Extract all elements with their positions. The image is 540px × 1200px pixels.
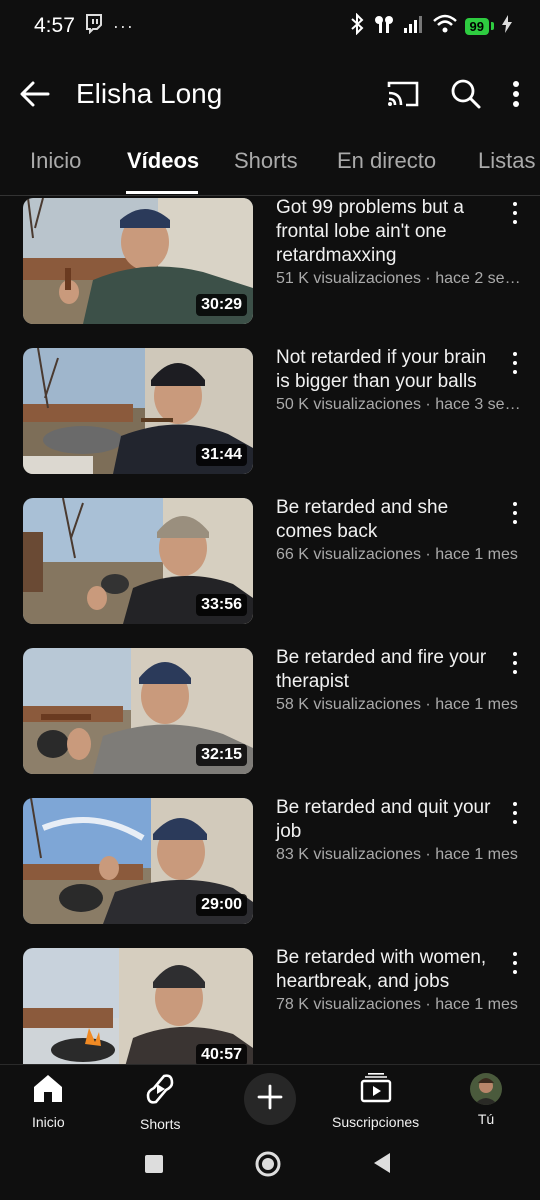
video-title-block: Got 99 problems but a frontal lobe ain't… [276,196,524,290]
video-thumbnail[interactable]: 31:44 [23,348,253,474]
nav-home-label: Inicio [32,1114,65,1130]
subscriptions-icon [360,1073,392,1108]
video-item[interactable]: 33:56 Be retarded and she comes back 66 … [0,496,540,646]
video-title-block: Be retarded and she comes back 66 K visu… [276,496,518,566]
nav-shorts[interactable]: Shorts [140,1073,180,1132]
video-thumbnail[interactable]: 32:15 [23,648,253,774]
video-meta: 50 K visualizaciones · hace 3 semanas [276,396,524,413]
video-item[interactable]: 31:44 Not retarded if your brain is bigg… [0,346,540,496]
video-item[interactable]: 40:57 Be retarded with women, heartbreak… [0,946,540,1064]
cast-icon[interactable] [386,80,420,108]
charging-icon [502,14,512,38]
video-more-icon[interactable] [508,502,522,524]
video-thumbnail[interactable]: 40:57 [23,948,253,1064]
status-bar: 4:57 ··· 99 [0,0,540,52]
create-button[interactable] [244,1073,296,1125]
video-more-icon[interactable] [508,802,522,824]
video-meta: 66 K visualizaciones · hace 1 mes [276,546,518,563]
circle-icon[interactable] [254,1150,282,1183]
nav-home[interactable]: Inicio [32,1073,65,1130]
channel-tabs: Inicio Vídeos Shorts En directo Listas [0,136,540,196]
battery-tip [491,22,494,30]
video-meta: 58 K visualizaciones · hace 1 mes [276,696,518,713]
plus-icon [257,1084,283,1115]
video-title[interactable]: Be retarded and she comes back [276,496,504,544]
shorts-icon [146,1073,174,1110]
video-duration: 40:57 [196,1044,247,1064]
video-thumbnail[interactable]: 33:56 [23,498,253,624]
nav-you[interactable]: Tú [470,1073,502,1127]
video-duration: 29:00 [196,894,247,916]
square-icon[interactable] [144,1154,164,1179]
earbuds-icon [373,13,395,40]
avatar [470,1073,502,1105]
video-meta: 78 K visualizaciones · hace 1 mes [276,996,518,1013]
nav-shorts-label: Shorts [140,1116,181,1132]
video-title[interactable]: Be retarded and fire your therapist [276,646,504,694]
triangle-back-icon[interactable] [372,1152,392,1179]
video-title-block: Be retarded and fire your therapist 58 K… [276,646,518,716]
channel-title: Elisha Long [76,78,223,109]
video-item[interactable]: 32:15 Be retarded and fire your therapis… [0,646,540,796]
nav-subscriptions-label: Suscripciones [332,1114,420,1130]
search-icon[interactable] [450,78,482,110]
video-meta: 51 K visualizaciones · hace 2 semanas [276,270,524,287]
video-title-block: Be retarded and quit your job 83 K visua… [276,796,518,866]
status-time: 4:57 [34,14,75,37]
battery-level: 99 [464,17,489,35]
nav-you-label: Tú [477,1111,495,1127]
video-title-block: Be retarded with women, heartbreak, and … [276,946,518,1016]
video-title[interactable]: Not retarded if your brain is bigger tha… [276,346,504,394]
wifi-icon [432,14,457,39]
bluetooth-icon [349,12,365,40]
system-navigation-bar [0,1134,540,1200]
status-overflow: ··· [112,15,134,36]
nav-subscriptions[interactable]: Suscripciones [332,1073,419,1130]
tab-shorts[interactable]: Shorts [234,148,298,174]
tab-en-directo[interactable]: En directo [337,148,436,174]
video-title[interactable]: Got 99 problems but a frontal lobe ain't… [276,196,504,268]
battery-indicator: 99 [464,17,494,35]
video-more-icon[interactable] [508,652,522,674]
video-more-icon[interactable] [508,352,522,374]
video-duration: 30:29 [196,294,247,316]
tab-listas[interactable]: Listas [478,148,535,174]
video-item[interactable]: 29:00 Be retarded and quit your job 83 K… [0,796,540,946]
bottom-navigation: Inicio Shorts Suscripciones Tú [0,1064,540,1134]
tab-active-indicator [126,191,198,194]
back-arrow-icon[interactable] [20,81,50,107]
app-bar: Elisha Long [0,52,540,136]
video-list: 30:29 Got 99 problems but a frontal lobe… [0,196,540,1064]
video-duration: 33:56 [196,594,247,616]
video-thumbnail[interactable]: 30:29 [23,198,253,324]
signal-icon [403,14,425,39]
video-title-block: Not retarded if your brain is bigger tha… [276,346,524,416]
video-duration: 32:15 [196,744,247,766]
twitch-icon [85,13,103,39]
home-icon [32,1073,64,1108]
tab-videos[interactable]: Vídeos [127,148,199,174]
video-duration: 31:44 [196,444,247,466]
video-title[interactable]: Be retarded with women, heartbreak, and … [276,946,504,994]
video-more-icon[interactable] [508,202,522,224]
video-more-icon[interactable] [508,952,522,974]
video-meta: 83 K visualizaciones · hace 1 mes [276,846,518,863]
tab-inicio[interactable]: Inicio [30,148,81,174]
more-vert-icon[interactable] [512,81,520,107]
video-thumbnail[interactable]: 29:00 [23,798,253,924]
video-item[interactable]: 30:29 Got 99 problems but a frontal lobe… [0,196,540,346]
video-title[interactable]: Be retarded and quit your job [276,796,504,844]
